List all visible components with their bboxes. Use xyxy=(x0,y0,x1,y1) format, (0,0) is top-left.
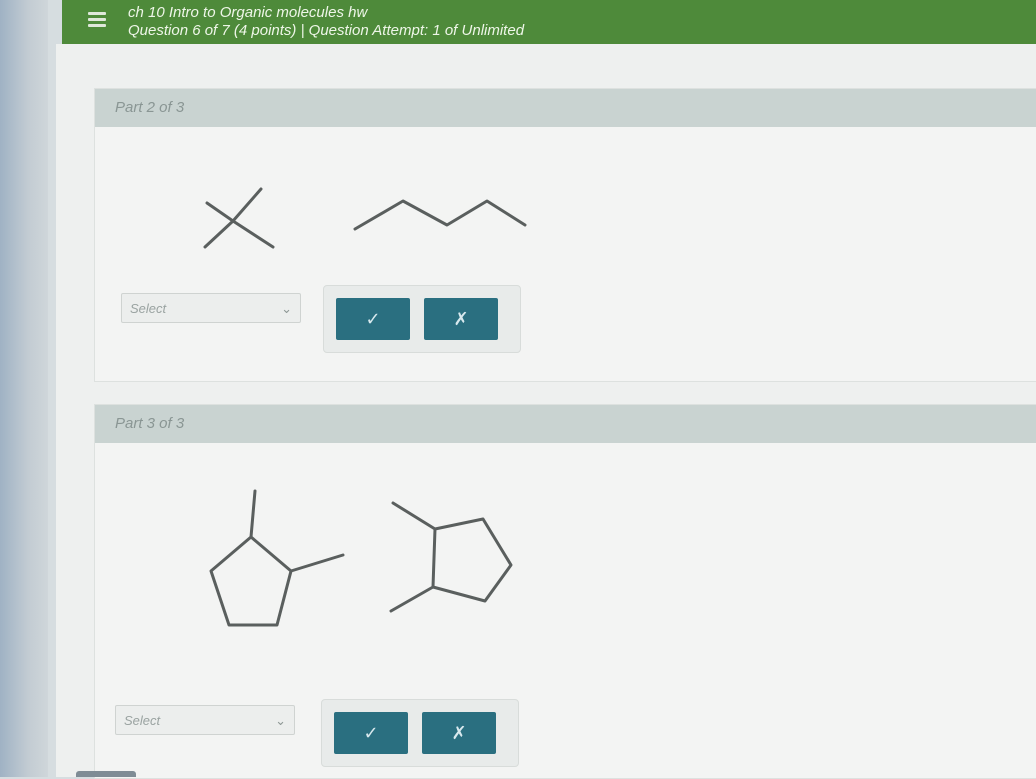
question-status: Question 6 of 7 (4 points) | Question At… xyxy=(128,22,525,39)
part-3-answer-buttons: ✓ ✗ xyxy=(321,699,519,767)
part-3-select-value: Select xyxy=(124,713,161,728)
branched-alkane-structure xyxy=(203,187,275,249)
part-3-label: Part 3 of 3 xyxy=(95,405,1036,443)
part-2-clear-button[interactable]: ✗ xyxy=(424,298,498,340)
part-3-clear-button[interactable]: ✗ xyxy=(422,712,496,754)
part-3-panel: Part 3 of 3 Select ⌄ ✓ ✗ xyxy=(94,404,1036,779)
part-3-structures xyxy=(209,489,513,627)
part-3-select[interactable]: Select ⌄ xyxy=(115,705,295,735)
assignment-title: ch 10 Intro to Organic molecules hw xyxy=(128,4,368,21)
content-area: Part 2 of 3 Select ⌄ ✓ ✗ Part 3 of 3 Sel… xyxy=(56,44,1036,779)
part-2-panel: Part 2 of 3 Select ⌄ ✓ ✗ xyxy=(94,88,1036,382)
chevron-down-icon: ⌄ xyxy=(275,713,286,728)
dimethylcyclopentane-structure-a xyxy=(209,489,345,627)
part-2-check-button[interactable]: ✓ xyxy=(336,298,410,340)
left-window-edge xyxy=(0,0,48,777)
dimethylcyclopentane-structure-b xyxy=(389,501,513,613)
hamburger-icon[interactable] xyxy=(88,12,106,28)
part-2-structures xyxy=(203,187,527,249)
bottom-tab[interactable] xyxy=(76,771,136,777)
part-3-check-button[interactable]: ✓ xyxy=(334,712,408,754)
part-2-select-value: Select xyxy=(130,301,167,316)
part-2-answer-buttons: ✓ ✗ xyxy=(323,285,521,353)
part-2-label: Part 2 of 3 xyxy=(95,89,1036,127)
linear-alkane-structure xyxy=(353,199,527,231)
part-2-select[interactable]: Select ⌄ xyxy=(121,293,301,323)
chevron-down-icon: ⌄ xyxy=(281,301,292,316)
top-bar: ch 10 Intro to Organic molecules hw Ques… xyxy=(62,0,1036,44)
